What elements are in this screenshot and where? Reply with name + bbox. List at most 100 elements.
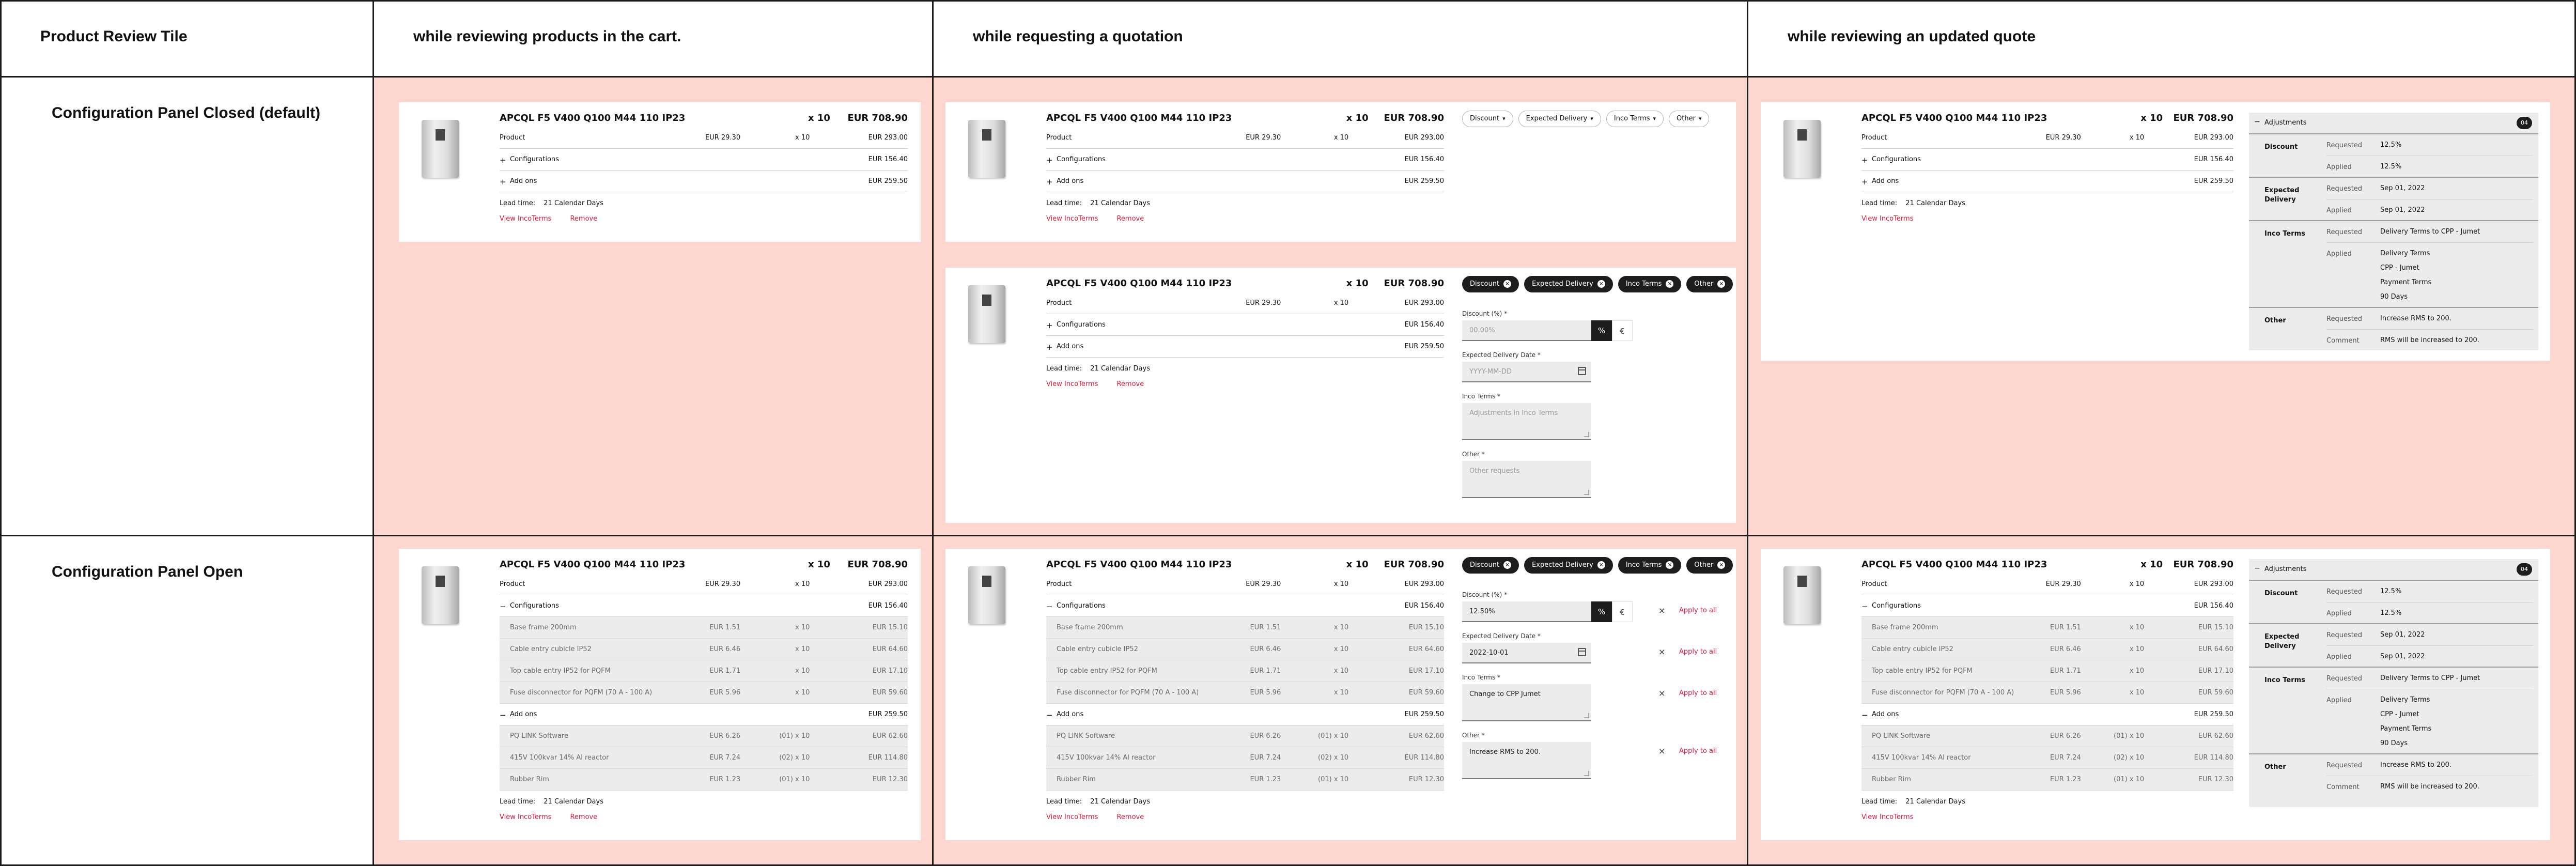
adjustment-value-line: Delivery Terms [2380, 696, 2430, 704]
chip-other[interactable]: Other ▾ [1669, 111, 1710, 127]
close-icon[interactable]: ✕ [1666, 561, 1674, 569]
clear-icon[interactable]: × [1658, 746, 1665, 756]
clear-icon[interactable]: × [1658, 688, 1665, 698]
addons-toggle[interactable]: − Add ons EUR 259.50 [1861, 704, 2233, 725]
chip-discount[interactable]: Discount ✕ [1462, 557, 1519, 574]
addons-toggle[interactable]: + Add ons EUR 259.50 [1046, 336, 1444, 358]
addons-toggle[interactable]: − Add ons EUR 259.50 [500, 704, 908, 725]
row-quantity: (01) x 10 [779, 732, 810, 740]
adjustment-section-discount: Discount Requested 12.5% Applied 12.5% [2249, 133, 2538, 177]
calendar-icon[interactable] [1578, 648, 1586, 656]
view-incoterms-link[interactable]: View IncoTerms [1046, 215, 1098, 223]
collapse-icon[interactable]: − [1861, 710, 1868, 720]
addons-toggle[interactable]: + Add ons EUR 259.50 [1861, 171, 2233, 192]
expand-icon[interactable]: + [1046, 156, 1053, 165]
close-icon[interactable]: ✕ [1717, 561, 1726, 569]
collapse-icon[interactable]: − [2254, 118, 2260, 126]
apply-to-all-link[interactable]: Apply to all [1679, 689, 1717, 697]
expand-icon[interactable]: + [500, 177, 506, 187]
configurations-toggle[interactable]: − Configurations EUR 156.40 [1861, 595, 2233, 617]
product-details: APCQL F5 V400 Q100 M44 110 IP23 x 10 EUR 7… [500, 559, 908, 840]
apply-to-all-link[interactable]: Apply to all [1679, 648, 1717, 656]
collapse-icon[interactable]: − [2254, 564, 2260, 573]
chip-inco[interactable]: Inco Terms ✕ [1618, 557, 1682, 574]
percent-toggle[interactable]: % [1591, 320, 1612, 341]
addons-toggle[interactable]: + Add ons EUR 259.50 [500, 171, 908, 192]
clear-icon[interactable]: × [1658, 647, 1665, 657]
expand-icon[interactable]: + [500, 156, 506, 165]
addons-toggle[interactable]: + Add ons EUR 259.50 [1046, 171, 1444, 192]
collapse-icon[interactable]: − [1861, 602, 1868, 611]
close-icon[interactable]: ✕ [1666, 280, 1674, 288]
collapse-icon[interactable]: − [1046, 602, 1053, 611]
close-icon[interactable]: ✕ [1503, 280, 1512, 288]
expand-icon[interactable]: + [1046, 343, 1053, 352]
euro-toggle[interactable]: € [1612, 601, 1633, 622]
row-total: EUR 293.00 [1404, 299, 1444, 307]
euro-toggle[interactable]: € [1612, 320, 1633, 341]
close-icon[interactable]: ✕ [1717, 280, 1726, 288]
discount-input[interactable]: 00.00% [1462, 320, 1591, 341]
other-input[interactable]: Other requests [1462, 461, 1591, 498]
remove-link[interactable]: Remove [1116, 380, 1144, 388]
resize-handle[interactable] [1584, 713, 1589, 718]
other-input[interactable]: Increase RMS to 200. [1462, 742, 1591, 779]
calendar-icon[interactable] [1578, 367, 1586, 375]
product-image-screen [1797, 129, 1807, 141]
delivery-input[interactable]: 2022-10-01 [1462, 643, 1591, 663]
remove-link[interactable]: Remove [1116, 813, 1144, 821]
apply-to-all-link[interactable]: Apply to all [1679, 607, 1717, 614]
chip-inco[interactable]: Inco Terms ✕ [1618, 276, 1682, 292]
remove-link[interactable]: Remove [570, 813, 597, 821]
configurations-toggle[interactable]: − Configurations EUR 156.40 [500, 595, 908, 617]
view-incoterms-link[interactable]: View IncoTerms [1046, 813, 1098, 821]
remove-link[interactable]: Remove [570, 215, 597, 223]
chip-discount[interactable]: Discount ▾ [1462, 111, 1513, 127]
chip-other[interactable]: Other ✕ [1686, 557, 1733, 574]
expand-icon[interactable]: + [1046, 177, 1053, 187]
chip-delivery[interactable]: Expected Delivery ✕ [1524, 276, 1613, 292]
collapse-icon[interactable]: − [500, 602, 506, 611]
resize-handle[interactable] [1584, 490, 1589, 495]
configurations-toggle[interactable]: − Configurations EUR 156.40 [1046, 595, 1444, 617]
collapse-icon[interactable]: − [500, 710, 506, 720]
close-icon[interactable]: ✕ [1503, 561, 1512, 569]
percent-toggle[interactable]: % [1591, 601, 1612, 622]
configurations-toggle[interactable]: + Configurations EUR 156.40 [500, 149, 908, 171]
view-incoterms-link[interactable]: View IncoTerms [500, 215, 551, 223]
chip-discount[interactable]: Discount ✕ [1462, 276, 1519, 292]
inco-input[interactable]: Change to CPP Jumet [1462, 684, 1591, 721]
resize-handle[interactable] [1584, 771, 1589, 776]
addons-toggle[interactable]: − Add ons EUR 259.50 [1046, 704, 1444, 725]
discount-input[interactable]: 12.50% [1462, 601, 1591, 622]
chip-other[interactable]: Other ✕ [1686, 276, 1733, 292]
view-incoterms-link[interactable]: View IncoTerms [500, 813, 551, 821]
expand-icon[interactable]: + [1861, 177, 1868, 187]
collapse-icon[interactable]: − [1046, 710, 1053, 720]
inco-input[interactable]: Adjustments in Inco Terms [1462, 403, 1591, 440]
adjustments-header[interactable]: − Adjustments 04 [2249, 113, 2538, 133]
view-incoterms-link[interactable]: View IncoTerms [1861, 813, 1913, 821]
resize-handle[interactable] [1584, 432, 1589, 437]
chip-delivery[interactable]: Expected Delivery ▾ [1518, 111, 1601, 127]
chip-inco[interactable]: Inco Terms ▾ [1606, 111, 1664, 127]
configurations-toggle[interactable]: + Configurations EUR 156.40 [1046, 149, 1444, 171]
close-icon[interactable]: ✕ [1597, 561, 1605, 569]
adjustments-header[interactable]: − Adjustments 04 [2249, 559, 2538, 580]
view-incoterms-link[interactable]: View IncoTerms [1861, 215, 1913, 223]
view-incoterms-link[interactable]: View IncoTerms [1046, 380, 1098, 388]
expand-icon[interactable]: + [1861, 156, 1868, 165]
delivery-input[interactable]: YYYY-MM-DD [1462, 362, 1591, 382]
row-total: EUR 114.80 [1404, 754, 1444, 762]
clear-icon[interactable]: × [1658, 606, 1665, 615]
row-unit-price: EUR 7.24 [1250, 754, 1281, 762]
expand-icon[interactable]: + [1046, 321, 1053, 330]
configurations-toggle[interactable]: + Configurations EUR 156.40 [1861, 149, 2233, 171]
close-icon[interactable]: ✕ [1597, 280, 1605, 288]
configurations-toggle[interactable]: + Configurations EUR 156.40 [1046, 314, 1444, 336]
chip-delivery[interactable]: Expected Delivery ✕ [1524, 557, 1613, 574]
row-total: EUR 259.50 [1404, 177, 1444, 185]
apply-to-all-link[interactable]: Apply to all [1679, 747, 1717, 755]
row-total: EUR 156.40 [868, 156, 908, 163]
remove-link[interactable]: Remove [1116, 215, 1144, 223]
